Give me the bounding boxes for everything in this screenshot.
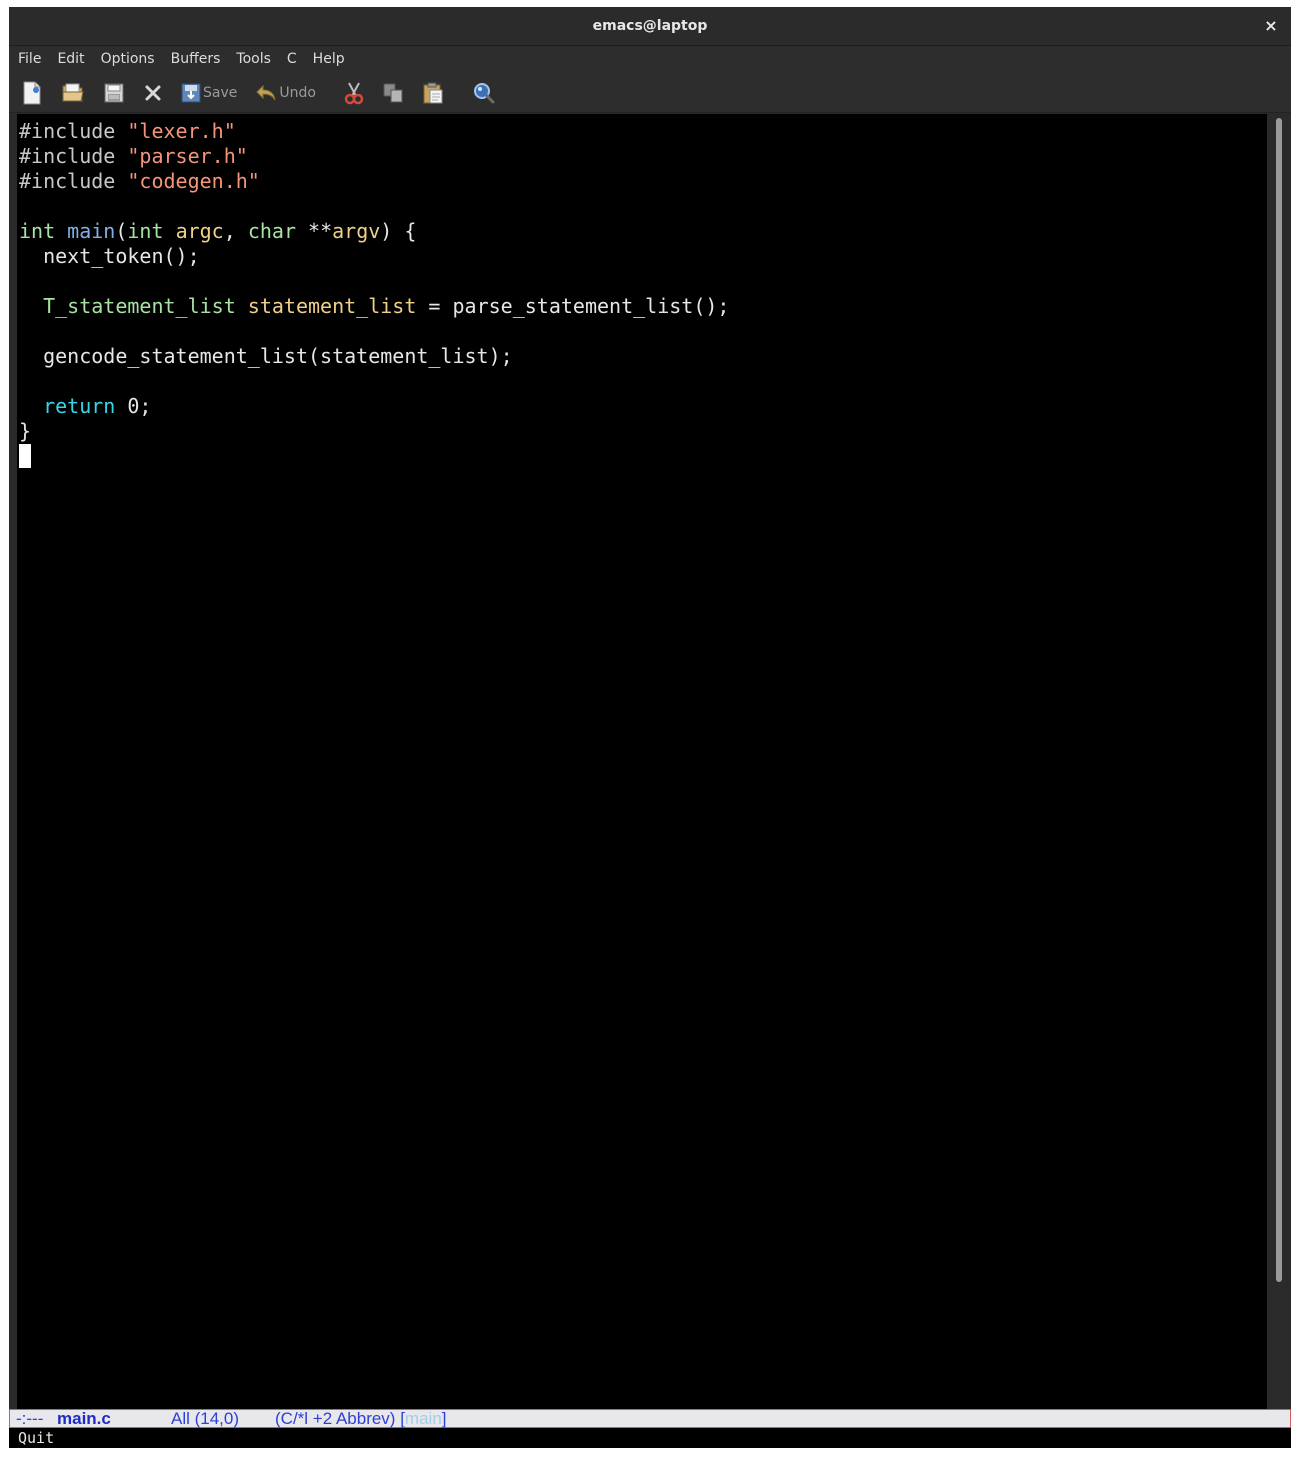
code-line-13: } <box>19 419 32 443</box>
preprocessor-directive: #include <box>19 169 116 193</box>
preprocessor-directive: #include <box>19 119 116 143</box>
variable-name: argc <box>175 219 224 243</box>
type-keyword: int <box>127 219 164 243</box>
menu-edit[interactable]: Edit <box>51 46 90 73</box>
undo-icon <box>256 84 276 100</box>
punctuation: , <box>223 219 248 243</box>
variable-name: argv <box>332 219 381 243</box>
new-file-icon <box>23 81 41 104</box>
save-button[interactable]: Save <box>181 78 237 108</box>
menu-buffers[interactable]: Buffers <box>165 46 227 73</box>
menu-c[interactable]: C <box>281 46 303 73</box>
code-line-2: #include "parser.h" <box>19 144 248 168</box>
menu-help[interactable]: Help <box>307 46 351 73</box>
text-cursor <box>19 444 31 468</box>
include-string: "lexer.h" <box>127 119 236 143</box>
title-bar: emacs@laptop × <box>9 7 1291 46</box>
open-folder-icon <box>62 83 84 101</box>
code-line-5: int main(int argc, char **argv) { <box>19 219 416 243</box>
punctuation: ) { <box>380 219 417 243</box>
include-string: "codegen.h" <box>127 169 260 193</box>
close-icon <box>145 85 161 100</box>
variable-name: statement_list <box>247 294 417 318</box>
window-title: emacs@laptop <box>592 18 708 34</box>
copy-icon <box>383 83 403 102</box>
undo-label: Undo <box>279 84 316 101</box>
modeline-major-mode[interactable]: (C/*l +2 Abbrev) [ <box>275 1410 405 1427</box>
menu-options[interactable]: Options <box>95 46 161 73</box>
mode-line: -:--- main.c All (14,0) (C/*l +2 Abbrev)… <box>9 1409 1291 1428</box>
save-label: Save <box>203 84 238 101</box>
undo-button[interactable]: Undo <box>255 78 316 108</box>
editor-buffer[interactable]: #include "lexer.h" #include "parser.h" #… <box>9 114 1267 1410</box>
close-window-button[interactable]: × <box>1261 16 1281 36</box>
preprocessor-directive: #include <box>19 144 116 168</box>
return-keyword: return <box>43 394 116 418</box>
save-disk-button[interactable] <box>103 78 125 108</box>
menu-tools[interactable]: Tools <box>230 46 277 73</box>
code-rest: = parse_statement_list(); <box>416 294 730 318</box>
cut-button[interactable] <box>344 78 364 108</box>
modeline-buffer-name[interactable]: main.c <box>57 1410 171 1427</box>
code-line-12: return 0; <box>19 394 151 418</box>
code-line-8: T_statement_list statement_list = parse_… <box>19 294 729 318</box>
type-keyword: int <box>19 219 56 243</box>
modeline-which-function: main <box>404 1409 442 1428</box>
function-name: main <box>67 219 116 243</box>
open-file-button[interactable] <box>61 78 85 108</box>
code-rest: 0; <box>115 394 152 418</box>
copy-button[interactable] <box>382 78 404 108</box>
include-string: "parser.h" <box>127 144 248 168</box>
modeline-mode-close: ] <box>441 1409 447 1428</box>
save-icon <box>181 83 201 102</box>
modeline-status: -:--- <box>16 1409 44 1428</box>
modeline-position: All (14,0) <box>171 1409 240 1428</box>
save-disk-icon <box>104 83 124 102</box>
minibuffer[interactable]: Quit <box>9 1428 1291 1448</box>
cut-icon <box>344 82 364 104</box>
close-buffer-button[interactable] <box>143 78 163 108</box>
search-button[interactable] <box>472 78 496 108</box>
code-text: #include "lexer.h" #include "parser.h" #… <box>19 119 729 469</box>
paste-icon <box>423 82 443 103</box>
code-line-1: #include "lexer.h" <box>19 119 236 143</box>
type-keyword: char <box>247 219 296 243</box>
type-name: T_statement_list <box>43 294 236 318</box>
code-line-6: next_token(); <box>19 244 200 268</box>
code-line-10: gencode_statement_list(statement_list); <box>19 344 513 368</box>
paste-button[interactable] <box>422 78 444 108</box>
menu-file[interactable]: File <box>12 46 47 73</box>
tool-bar: Save Undo <box>9 73 1291 113</box>
search-icon <box>473 82 495 103</box>
vertical-scrollbar[interactable] <box>1267 114 1291 1410</box>
punctuation: ** <box>296 219 333 243</box>
code-line-3: #include "codegen.h" <box>19 169 260 193</box>
scrollbar-thumb[interactable] <box>1276 118 1282 1282</box>
new-file-button[interactable] <box>21 78 43 108</box>
emacs-window: emacs@laptop × File Edit Options Buffers… <box>9 7 1291 1448</box>
punctuation: ( <box>115 219 128 243</box>
menu-bar: File Edit Options Buffers Tools C Help <box>9 46 1291 73</box>
